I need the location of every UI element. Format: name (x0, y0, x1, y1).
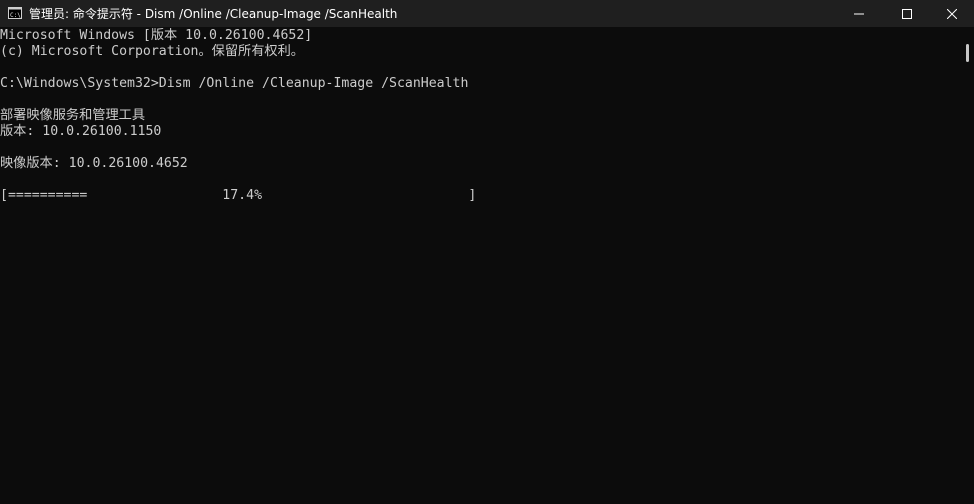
console-line: C:\Windows\System32>Dism /Online /Cleanu… (0, 76, 469, 91)
maximize-button[interactable] (884, 0, 930, 27)
maximize-icon (902, 8, 912, 19)
close-button[interactable] (929, 0, 974, 27)
minimize-icon (854, 9, 864, 19)
console-line: 部署映像服务和管理工具 (0, 108, 146, 123)
cmd-icon: C:\ (8, 6, 22, 19)
window-title: 管理员: 命令提示符 - Dism /Online /Cleanup-Image… (29, 7, 398, 21)
console-line: Microsoft Windows [版本 10.0.26100.4652] (0, 28, 313, 43)
console-line: 映像版本: 10.0.26100.4652 (0, 156, 188, 171)
minimize-button[interactable] (836, 0, 882, 27)
console-line: (c) Microsoft Corporation。保留所有权利。 (0, 44, 304, 59)
console-line: [========== 17.4% ] (0, 188, 477, 203)
svg-text:C:\: C:\ (10, 12, 21, 19)
command-prompt-window: C:\ 管理员: 命令提示符 - Dism /Online /Cleanup-I… (0, 0, 974, 504)
close-icon (947, 8, 957, 19)
scrollbar-thumb[interactable] (966, 44, 969, 62)
console-line: 版本: 10.0.26100.1150 (0, 124, 162, 139)
console-output[interactable]: Microsoft Windows [版本 10.0.26100.4652] (c… (0, 28, 962, 504)
vertical-scrollbar[interactable] (962, 28, 974, 504)
title-bar[interactable]: C:\ 管理员: 命令提示符 - Dism /Online /Cleanup-I… (0, 0, 974, 27)
